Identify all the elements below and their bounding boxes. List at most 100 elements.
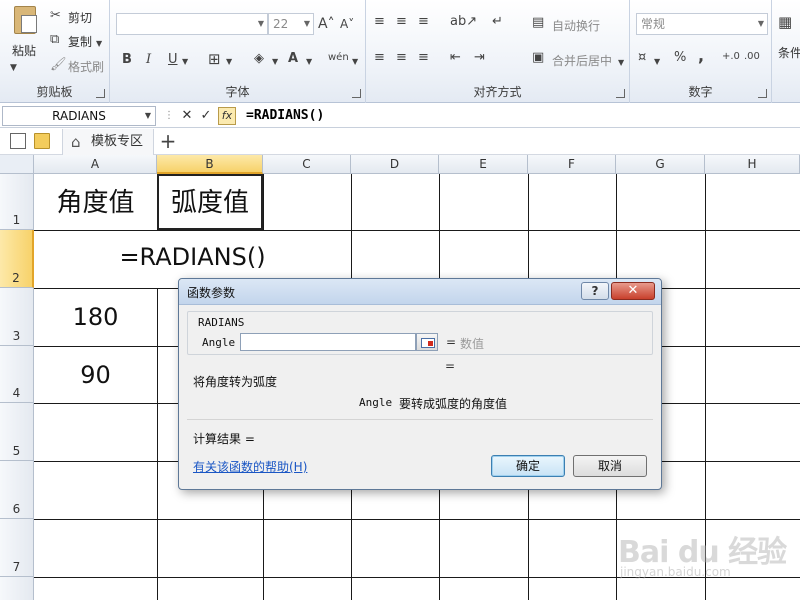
font-size-select[interactable]: 22 ▼: [268, 13, 314, 35]
number-launcher-icon[interactable]: [758, 89, 767, 98]
orientation-icon[interactable]: ab↗: [450, 14, 477, 30]
function-help-link[interactable]: 有关该函数的帮助(H): [193, 458, 307, 475]
function-name: RADIANS: [198, 316, 245, 329]
cell-a2[interactable]: =RADIANS(): [34, 243, 351, 271]
italic-button[interactable]: I: [146, 52, 151, 68]
grow-font-icon[interactable]: A˄: [318, 16, 335, 32]
increase-indent-icon[interactable]: ⇥: [474, 50, 485, 66]
cancel-button[interactable]: 取消: [573, 455, 647, 477]
alignment-launcher-icon[interactable]: [616, 89, 625, 98]
enter-icon[interactable]: ✓: [197, 107, 215, 125]
comma-button[interactable]: ,: [698, 48, 704, 64]
percent-button[interactable]: %: [674, 50, 686, 66]
column-header-f[interactable]: F: [528, 155, 616, 174]
copy-button[interactable]: 复制: [68, 33, 92, 50]
close-button[interactable]: ✕: [611, 282, 655, 300]
font-color-dropdown-icon[interactable]: ▼: [306, 54, 312, 70]
column-header-c[interactable]: C: [263, 155, 351, 174]
wrap-text-icon[interactable]: ▤: [532, 15, 544, 31]
cell-a1[interactable]: 角度值: [34, 182, 157, 219]
font-launcher-icon[interactable]: [352, 89, 361, 98]
folder-icon[interactable]: [34, 133, 50, 149]
fill-dropdown-icon[interactable]: ▼: [272, 54, 278, 70]
document-icon[interactable]: [10, 133, 26, 149]
border-icon[interactable]: ⊞: [208, 51, 221, 67]
row-header-8[interactable]: [0, 577, 34, 600]
select-all-corner[interactable]: [0, 155, 34, 174]
name-box[interactable]: RADIANS ▼: [2, 106, 156, 126]
phonetic-icon[interactable]: wén: [328, 50, 349, 66]
new-tab-button[interactable]: +: [158, 129, 178, 155]
row-header-6[interactable]: 6: [0, 461, 34, 519]
copy-dropdown-icon[interactable]: ▼: [96, 36, 102, 52]
fill-color-icon[interactable]: ◈: [254, 51, 264, 67]
increase-decimal-icon[interactable]: +.0: [722, 49, 740, 65]
decrease-indent-icon[interactable]: ⇤: [450, 50, 461, 66]
number-format-select[interactable]: 常规 ▼: [636, 13, 768, 35]
scissors-icon[interactable]: ✂: [50, 8, 61, 24]
row-header-3[interactable]: 3: [0, 288, 34, 346]
column-header-b[interactable]: B: [157, 155, 263, 174]
formula-input[interactable]: =RADIANS(): [240, 106, 796, 126]
angle-input[interactable]: [240, 333, 416, 351]
align-top-icon[interactable]: ≡: [374, 14, 385, 30]
row-header-7[interactable]: 7: [0, 519, 34, 577]
merge-center-icon[interactable]: ▣: [532, 50, 544, 66]
cancel-icon[interactable]: ✕: [178, 107, 196, 125]
column-header-d[interactable]: D: [351, 155, 439, 174]
row-number: 1: [12, 213, 21, 227]
align-left-icon[interactable]: ≡: [374, 50, 385, 66]
row-header-4[interactable]: 4: [0, 346, 34, 403]
align-center-icon[interactable]: ≡: [396, 50, 407, 66]
clipboard-group: 粘贴 ▼ ✂ 剪切 ⧉ 复制 ▼ 🖌 格式刷 剪贴板: [0, 0, 110, 103]
conditional-format-icon[interactable]: ▦: [778, 14, 792, 30]
cut-button[interactable]: 剪切: [68, 9, 92, 26]
paste-button[interactable]: 粘贴: [12, 42, 36, 59]
conditional-format-button[interactable]: 条件: [778, 44, 800, 61]
currency-icon[interactable]: ¤: [638, 50, 646, 66]
align-right-icon[interactable]: ≡: [418, 50, 429, 66]
cell-a3[interactable]: 180: [34, 303, 157, 331]
column-header-h[interactable]: H: [705, 155, 800, 174]
grid-line: [705, 174, 706, 600]
ribbon: 粘贴 ▼ ✂ 剪切 ⧉ 复制 ▼ 🖌 格式刷 剪贴板 ▼ 22 ▼ A˄ A˅ B…: [0, 0, 800, 103]
font-color-icon[interactable]: A: [288, 51, 298, 67]
align-middle-icon[interactable]: ≡: [396, 14, 407, 30]
cell-a4[interactable]: 90: [34, 361, 157, 389]
merge-dropdown-icon[interactable]: ▼: [618, 55, 624, 71]
help-button[interactable]: ?: [581, 282, 609, 300]
column-header-e[interactable]: E: [439, 155, 528, 174]
shrink-font-icon[interactable]: A˅: [340, 16, 354, 32]
wrap-icon[interactable]: ↵: [492, 14, 503, 30]
row-header-5[interactable]: 5: [0, 403, 34, 461]
align-bottom-icon[interactable]: ≡: [418, 14, 429, 30]
collapse-dialog-icon[interactable]: [416, 333, 438, 351]
function-description: 将角度转为弧度: [193, 375, 278, 389]
paste-dropdown-icon[interactable]: ▼: [10, 60, 17, 76]
row-header-1[interactable]: 1: [0, 174, 34, 230]
wrap-text-button[interactable]: 自动换行: [552, 17, 600, 34]
merge-center-button[interactable]: 合并后居中: [552, 52, 612, 69]
underline-dropdown-icon[interactable]: ▼: [182, 54, 188, 70]
border-dropdown-icon[interactable]: ▼: [226, 54, 232, 70]
alignment-group: ≡ ≡ ≡ ab↗ ↵ ▤ 自动换行 ≡ ≡ ≡ ⇤ ⇥ ▣ 合并后居中 ▼ 对…: [366, 0, 630, 103]
ok-button[interactable]: 确定: [491, 455, 565, 477]
decrease-decimal-icon[interactable]: .00: [744, 49, 760, 65]
font-name-select[interactable]: ▼: [116, 13, 268, 35]
format-painter-icon[interactable]: 🖌: [50, 57, 67, 73]
phonetic-dropdown-icon[interactable]: ▼: [352, 54, 358, 70]
column-header-a[interactable]: A: [34, 155, 157, 174]
insert-function-button[interactable]: fx: [218, 107, 236, 125]
tab-template-zone[interactable]: ⌂ 模板专区: [62, 129, 154, 155]
copy-icon[interactable]: ⧉: [50, 32, 59, 48]
currency-dropdown-icon[interactable]: ▼: [654, 54, 660, 70]
dialog-titlebar[interactable]: 函数参数 ? ✕: [179, 279, 661, 305]
clipboard-launcher-icon[interactable]: [96, 89, 105, 98]
column-header-g[interactable]: G: [616, 155, 705, 174]
bold-button[interactable]: B: [122, 52, 132, 68]
format-painter-button[interactable]: 格式刷: [68, 58, 104, 75]
paste-icon[interactable]: [14, 6, 37, 34]
underline-button[interactable]: U: [168, 52, 178, 68]
tab-label: 模板专区: [91, 134, 144, 149]
row-header-2[interactable]: 2: [0, 230, 34, 288]
